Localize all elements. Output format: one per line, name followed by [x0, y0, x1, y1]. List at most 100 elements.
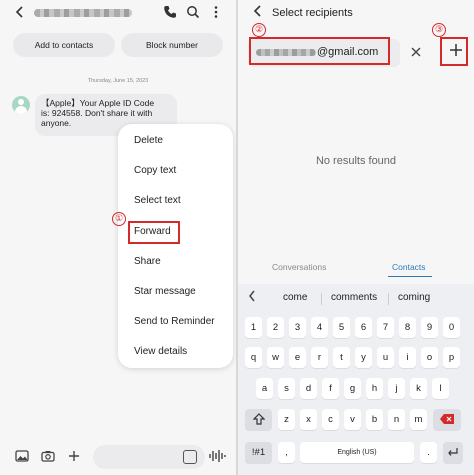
key-u[interactable]: u: [377, 347, 394, 368]
key-5[interactable]: 5: [333, 317, 350, 338]
key-0[interactable]: 0: [443, 317, 460, 338]
no-results-message: No results found: [315, 155, 397, 167]
menu-item-delete[interactable]: Delete: [134, 133, 163, 149]
key-g[interactable]: g: [344, 378, 361, 399]
search-button[interactable]: [183, 4, 203, 24]
recipient-highlight-box: [249, 37, 390, 65]
key-w[interactable]: w: [267, 347, 284, 368]
key-comma[interactable]: ,: [278, 442, 295, 463]
step-marker-1: ①: [112, 212, 126, 226]
sticker-icon[interactable]: [183, 450, 197, 464]
chevron-left-icon: [15, 6, 23, 18]
avatar-body: [15, 106, 27, 114]
key-k[interactable]: k: [410, 378, 427, 399]
select-recipients-pane: Select recipients @gmail.com ② ③ No resu…: [238, 0, 474, 475]
tab-contacts[interactable]: Contacts: [392, 262, 426, 272]
key-d[interactable]: d: [300, 378, 317, 399]
message-thread-pane: Add to contacts Block number Thursday, J…: [0, 0, 236, 475]
key-c[interactable]: c: [322, 409, 339, 430]
key-x[interactable]: x: [300, 409, 317, 430]
call-button[interactable]: [160, 4, 180, 24]
key-9[interactable]: 9: [421, 317, 438, 338]
key-2[interactable]: 2: [267, 317, 284, 338]
space-key[interactable]: English (US): [300, 442, 414, 463]
key-b[interactable]: b: [366, 409, 383, 430]
suggestion-coming[interactable]: coming: [398, 292, 430, 303]
key-4[interactable]: 4: [311, 317, 328, 338]
key-8[interactable]: 8: [399, 317, 416, 338]
key-period[interactable]: .: [420, 442, 437, 463]
key-j[interactable]: j: [388, 378, 405, 399]
tab-conversations[interactable]: Conversations: [272, 262, 326, 272]
suggestion-separator: [321, 293, 322, 305]
shift-key[interactable]: [245, 409, 272, 430]
key-i[interactable]: i: [399, 347, 416, 368]
more-vertical-icon: [214, 6, 218, 18]
menu-item-view-details[interactable]: View details: [134, 344, 187, 360]
suggestion-collapse-button[interactable]: [248, 290, 256, 305]
key-6[interactable]: 6: [355, 317, 372, 338]
key-3[interactable]: 3: [289, 317, 306, 338]
key-v[interactable]: v: [344, 409, 361, 430]
key-1[interactable]: 1: [245, 317, 262, 338]
more-options-button[interactable]: [206, 4, 226, 24]
menu-item-select-text[interactable]: Select text: [134, 193, 181, 209]
key-t[interactable]: t: [333, 347, 350, 368]
contact-name-redacted: [34, 9, 132, 17]
step-marker-3: ③: [432, 23, 446, 37]
menu-item-copy-text[interactable]: Copy text: [134, 163, 176, 179]
key-a[interactable]: a: [256, 378, 273, 399]
gallery-button[interactable]: [14, 450, 30, 464]
avatar[interactable]: [12, 96, 30, 114]
key-s[interactable]: s: [278, 378, 295, 399]
search-icon: [187, 6, 200, 19]
chevron-left-icon: [253, 5, 261, 17]
forward-highlight-box: [128, 221, 180, 244]
attach-button[interactable]: [66, 450, 82, 464]
page-title: Select recipients: [272, 7, 353, 19]
menu-item-send-to-reminder[interactable]: Send to Reminder: [134, 314, 215, 330]
key-q[interactable]: q: [245, 347, 262, 368]
add-to-contacts-button[interactable]: Add to contacts: [13, 33, 115, 57]
back-button[interactable]: [252, 4, 264, 22]
key-l[interactable]: l: [432, 378, 449, 399]
step-marker-2: ②: [252, 23, 266, 37]
thread-header: [0, 0, 236, 28]
menu-item-share[interactable]: Share: [134, 254, 161, 270]
voice-button[interactable]: [208, 448, 226, 464]
key-f[interactable]: f: [322, 378, 339, 399]
key-e[interactable]: e: [289, 347, 306, 368]
key-y[interactable]: y: [355, 347, 372, 368]
block-number-button[interactable]: Block number: [121, 33, 223, 57]
key-n[interactable]: n: [388, 409, 405, 430]
enter-key[interactable]: [443, 442, 463, 463]
chevron-left-icon: [249, 290, 255, 302]
shift-icon: [252, 413, 265, 425]
suggestion-come[interactable]: come: [283, 292, 307, 303]
key-7[interactable]: 7: [377, 317, 394, 338]
menu-item-star-message[interactable]: Star message: [134, 284, 196, 300]
key-r[interactable]: r: [311, 347, 328, 368]
key-h[interactable]: h: [366, 378, 383, 399]
key-p[interactable]: p: [443, 347, 460, 368]
key-m[interactable]: m: [410, 409, 427, 430]
clear-recipient-button[interactable]: [406, 41, 426, 63]
message-line-1: 【Apple】Your Apple ID Code: [41, 98, 155, 108]
compose-input[interactable]: [93, 445, 205, 469]
key-o[interactable]: o: [421, 347, 438, 368]
close-icon: [411, 47, 421, 57]
camera-icon: [41, 451, 55, 462]
voice-icon: [209, 450, 226, 462]
camera-button[interactable]: [40, 450, 56, 464]
back-button[interactable]: [10, 5, 30, 23]
message-context-menu: Delete Copy text Select text Forward Sha…: [118, 124, 233, 368]
gallery-icon: [15, 450, 29, 462]
key-z[interactable]: z: [278, 409, 295, 430]
backspace-key[interactable]: [433, 409, 461, 430]
phone-icon: [164, 6, 176, 18]
space-key-label: English (US): [337, 449, 377, 456]
suggestion-comments[interactable]: comments: [331, 292, 377, 303]
enter-icon: [448, 448, 458, 456]
date-divider: Thursday, June 15, 2023: [87, 78, 149, 84]
symbols-key[interactable]: !#1: [245, 442, 272, 463]
